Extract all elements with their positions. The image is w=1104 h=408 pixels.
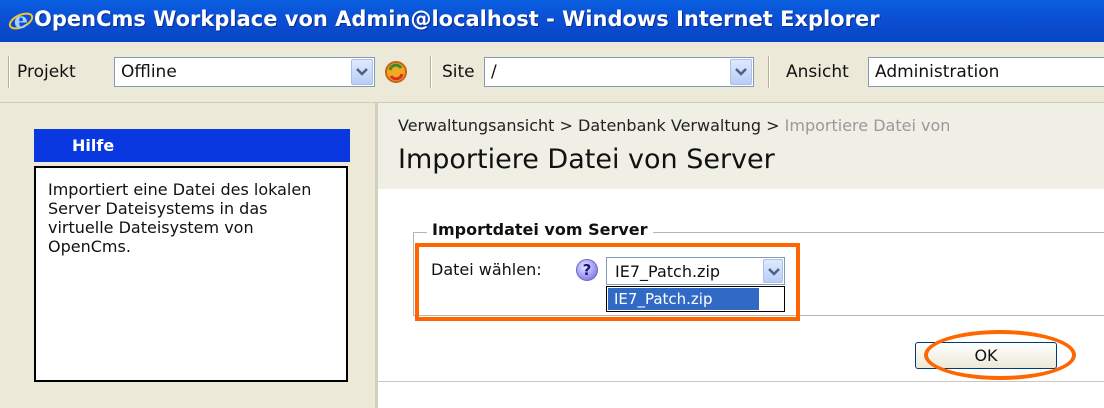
help-title: Hilfe: [72, 136, 115, 155]
help-text: Importiert eine Datei des lokalen Server…: [34, 166, 348, 382]
toolbar-separator: [430, 56, 432, 88]
site-label: Site: [442, 62, 475, 82]
projekt-select[interactable]: Offline: [114, 57, 375, 87]
chevron-down-icon[interactable]: [351, 59, 373, 85]
breadcrumb: Verwaltungsansicht > Datenbank Verwaltun…: [398, 116, 950, 135]
project-switch-icon[interactable]: [382, 58, 410, 86]
site-select[interactable]: /: [484, 57, 754, 87]
breadcrumb-separator: >: [766, 116, 780, 135]
highlight-rectangle: [415, 243, 800, 321]
page-title: Importiere Datei von Server: [398, 144, 775, 175]
ansicht-select[interactable]: Administration: [868, 57, 1104, 87]
breadcrumb-current: Importiere Datei von: [784, 116, 951, 135]
toolbar-separator: [768, 56, 770, 88]
divider: [378, 381, 1104, 382]
help-header: Hilfe: [34, 129, 350, 162]
site-value: /: [491, 62, 497, 82]
highlight-ellipse: [924, 330, 1076, 380]
toolbar-separator: [8, 56, 10, 88]
projekt-label: Projekt: [17, 62, 76, 82]
chevron-down-icon[interactable]: [730, 59, 752, 85]
breadcrumb-item[interactable]: Verwaltungsansicht: [398, 116, 554, 135]
breadcrumb-item[interactable]: Datenbank Verwaltung: [578, 116, 761, 135]
ansicht-value: Administration: [875, 62, 1000, 82]
window-title-bar: e OpenCms Workplace von Admin@localhost …: [0, 0, 1104, 42]
window-title: OpenCms Workplace von Admin@localhost - …: [34, 7, 880, 31]
internet-explorer-icon: e: [8, 8, 34, 34]
projekt-value: Offline: [121, 62, 177, 82]
workplace-toolbar: Projekt Offline Site / Ansicht Administr…: [0, 42, 1104, 103]
svg-text:e: e: [14, 8, 28, 34]
breadcrumb-separator: >: [559, 116, 573, 135]
ansicht-label: Ansicht: [786, 62, 849, 82]
fieldset-legend: Importdatei vom Server: [427, 220, 653, 239]
